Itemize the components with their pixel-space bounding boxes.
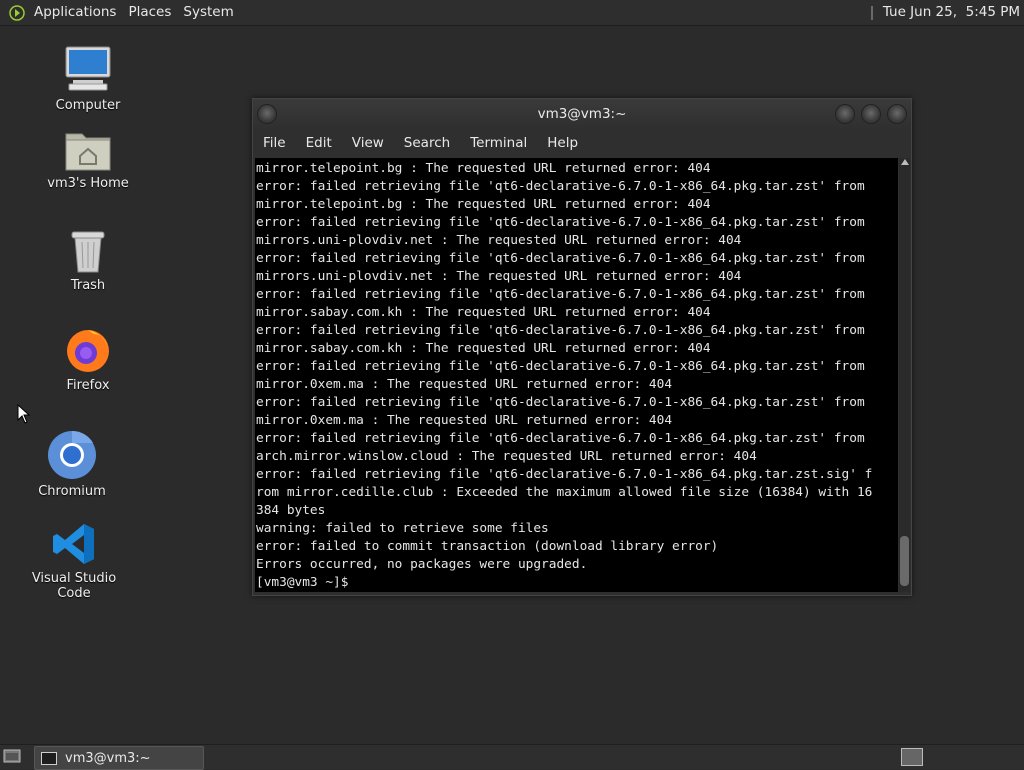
maximize-button[interactable] <box>861 104 881 124</box>
terminal-line: mirror.0xem.ma : The requested URL retur… <box>256 377 673 392</box>
places-menu[interactable]: Places <box>122 0 177 25</box>
chromium-icon <box>48 430 96 479</box>
terminal-line: error: failed retrieving file 'qt6-decla… <box>256 359 865 374</box>
vscode-icon <box>53 524 94 564</box>
terminal-line: error: failed retrieving file 'qt6-decla… <box>256 215 865 230</box>
clock-text: Tue Jun 25, 5:45 PM <box>882 4 1020 20</box>
computer-icon <box>65 46 111 91</box>
terminal-line: error: failed retrieving file 'qt6-decla… <box>256 323 865 338</box>
taskbar-terminal-button[interactable]: vm3@vm3:~ <box>34 746 204 770</box>
terminal-scrollbar[interactable] <box>899 158 910 592</box>
close-button[interactable] <box>887 104 907 124</box>
terminal-line: error: failed retrieving file 'qt6-decla… <box>256 467 873 482</box>
taskbar-label: vm3@vm3:~ <box>65 750 151 766</box>
desktop-icon-firefox[interactable]: Firefox <box>33 326 143 393</box>
terminal-line: mirror.sabay.com.kh : The requested URL … <box>256 341 711 356</box>
terminal-line: mirrors.uni-plovdiv.net : The requested … <box>256 269 742 284</box>
terminal-line: error: failed retrieving file 'qt6-decla… <box>256 395 865 410</box>
desktop-icon-chromium[interactable]: Chromium <box>17 430 127 499</box>
terminal-line: error: failed to commit transaction (dow… <box>256 539 719 554</box>
terminal-line: error: failed retrieving file 'qt6-decla… <box>256 251 865 266</box>
desktop-icon-computer[interactable]: Computer <box>33 44 143 113</box>
terminal-menubar: File Edit View Search Terminal Help <box>253 129 911 157</box>
menu-terminal[interactable]: Terminal <box>460 135 537 151</box>
desktop-icon-label: Trash <box>70 278 106 293</box>
minimize-button[interactable] <box>835 104 855 124</box>
terminal-line: mirror.telepoint.bg : The requested URL … <box>256 197 711 212</box>
desktop-icon-vscode[interactable]: Visual Studio Code <box>19 521 129 601</box>
desktop-icon-home[interactable]: vm3's Home <box>33 128 143 191</box>
desktop-icon-label: Chromium <box>38 484 106 499</box>
terminal-line: arch.mirror.winslow.cloud : The requeste… <box>256 449 757 464</box>
firefox-icon <box>67 330 109 372</box>
scroll-up-arrow-icon[interactable] <box>901 159 909 165</box>
terminal-lines: mirror.telepoint.bg : The requested URL … <box>255 158 898 592</box>
terminal-line: mirrors.uni-plovdiv.net : The requested … <box>256 233 742 248</box>
terminal-line: [vm3@vm3 ~]$ <box>256 575 357 590</box>
window-title: vm3@vm3:~ <box>537 106 627 122</box>
top-panel: Applications Places System Tue Jun 25, 5… <box>0 0 1024 26</box>
terminal-line: warning: failed to retrieve some files <box>256 521 549 536</box>
terminal-icon <box>41 751 57 765</box>
clock[interactable]: Tue Jun 25, 5:45 PM <box>870 0 1020 25</box>
terminal-line: mirror.0xem.ma : The requested URL retur… <box>256 413 673 428</box>
menu-file[interactable]: File <box>253 135 296 151</box>
desktop-icon-label: Computer <box>55 98 121 113</box>
desktop-icon-label: Visual Studio Code <box>31 571 117 601</box>
terminal-line: Errors occurred, no packages were upgrad… <box>256 557 588 572</box>
terminal-line: mirror.telepoint.bg : The requested URL … <box>256 161 711 176</box>
desktop-icon-trash[interactable]: Trash <box>33 228 143 293</box>
scrollbar-thumb[interactable] <box>900 536 909 586</box>
terminal-titlebar[interactable]: vm3@vm3:~ <box>253 99 911 129</box>
menu-edit[interactable]: Edit <box>296 135 342 151</box>
desktop-icon-label: vm3's Home <box>47 176 129 191</box>
show-desktop-icon[interactable] <box>3 748 21 764</box>
terminal-output[interactable]: mirror.telepoint.bg : The requested URL … <box>255 158 898 592</box>
terminal-line: error: failed retrieving file 'qt6-decla… <box>256 287 865 302</box>
terminal-line: 384 bytes <box>256 503 326 518</box>
menu-search[interactable]: Search <box>394 135 460 151</box>
workspace-switcher[interactable] <box>901 748 923 766</box>
home-folder-icon <box>65 133 111 171</box>
terminal-line: rom mirror.cedille.club : Exceeded the m… <box>256 485 873 500</box>
terminal-line: error: failed retrieving file 'qt6-decla… <box>256 431 865 446</box>
menu-help[interactable]: Help <box>537 135 588 151</box>
menu-view[interactable]: View <box>342 135 394 151</box>
desktop-icon-label: Firefox <box>66 378 110 393</box>
distro-logo-icon[interactable] <box>8 4 26 22</box>
trash-icon <box>71 231 105 273</box>
bottom-panel: vm3@vm3:~ <box>0 744 1024 770</box>
terminal-line: error: failed retrieving file 'qt6-decla… <box>256 179 865 194</box>
mouse-cursor-icon <box>17 404 31 424</box>
system-menu[interactable]: System <box>177 0 239 25</box>
terminal-line: mirror.sabay.com.kh : The requested URL … <box>256 305 711 320</box>
terminal-window[interactable]: vm3@vm3:~ File Edit View Search Terminal… <box>252 98 912 596</box>
panel-separator <box>870 5 873 20</box>
applications-menu[interactable]: Applications <box>28 0 122 25</box>
